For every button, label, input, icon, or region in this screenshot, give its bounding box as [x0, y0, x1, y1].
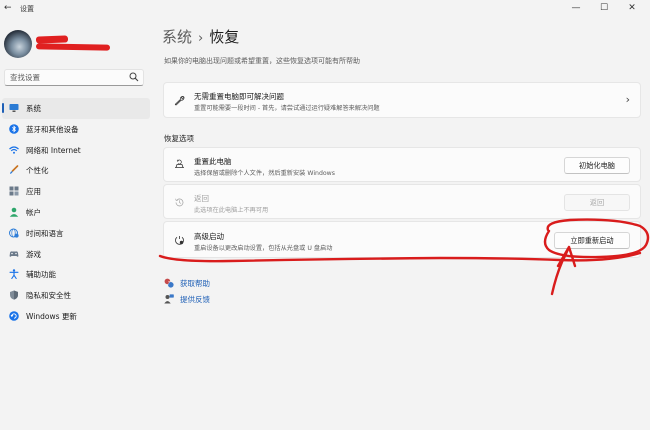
- nav-item-label: 帐户: [26, 207, 41, 217]
- help-icon: ?: [164, 278, 174, 288]
- nav-item-apps[interactable]: 应用: [2, 181, 150, 202]
- advanced-startup-desc: 重启设备以更改启动设置，包括从光盘或 U 盘启动: [194, 245, 333, 252]
- reset-pc-button[interactable]: 初始化电脑: [564, 157, 630, 174]
- nav-item-accounts[interactable]: 帐户: [2, 202, 150, 223]
- advanced-startup-icon: [175, 236, 184, 245]
- nav-item-label: 个性化: [26, 166, 49, 176]
- reset-pc-icon: [175, 159, 184, 168]
- minimize-button[interactable]: —: [564, 1, 588, 15]
- app-title: 设置: [20, 5, 34, 13]
- breadcrumb-separator: ›: [198, 31, 204, 46]
- reset-pc-card: 重置此电脑 选择保留或删除个人文件，然后重新安装 Windows 初始化电脑: [163, 147, 641, 182]
- nav-item-personalization[interactable]: 个性化: [2, 160, 150, 181]
- accessibility-icon: [9, 269, 19, 280]
- search-icon[interactable]: [129, 72, 139, 82]
- feedback-icon: [164, 294, 174, 304]
- wrench-icon: [174, 96, 185, 106]
- go-back-card: 返回 此选项在此电脑上不再可用 返回: [163, 184, 641, 219]
- email-redaction: [35, 43, 111, 51]
- back-arrow-icon[interactable]: ←: [4, 3, 12, 13]
- maximize-button[interactable]: ☐: [592, 1, 616, 15]
- reset-pc-title: 重置此电脑: [194, 157, 232, 166]
- monitor-icon: [9, 104, 19, 112]
- go-back-desc: 此选项在此电脑上不再可用: [194, 207, 269, 214]
- history-icon: [175, 198, 184, 207]
- search-box[interactable]: [4, 69, 144, 86]
- gamepad-icon: [9, 250, 19, 257]
- nav-item-label: 应用: [26, 187, 41, 197]
- update-icon: [9, 311, 19, 321]
- section-title: 恢复选项: [164, 134, 194, 143]
- nav-item-gaming[interactable]: 游戏: [2, 244, 150, 265]
- brush-icon: [10, 165, 19, 175]
- go-back-title: 返回: [194, 194, 209, 203]
- globe-clock-icon: [9, 228, 19, 238]
- breadcrumb: 系统 › 恢复: [162, 26, 239, 47]
- nav-item-windows-update[interactable]: Windows 更新: [2, 306, 150, 327]
- go-back-button: 返回: [564, 194, 630, 211]
- nav-item-label: Windows 更新: [26, 311, 77, 321]
- nav-item-system[interactable]: 系统: [2, 98, 150, 119]
- apps-icon: [9, 186, 19, 196]
- nav-item-time-language[interactable]: 时间和语言: [2, 223, 150, 244]
- chevron-right-icon[interactable]: ›: [626, 93, 630, 106]
- nav-item-bluetooth[interactable]: 蓝牙和其他设备: [2, 119, 150, 140]
- title-bar: ← 设置 — ☐ ✕: [0, 0, 650, 18]
- nav-item-label: 蓝牙和其他设备: [26, 124, 79, 134]
- nav-item-label: 游戏: [26, 249, 41, 259]
- restart-now-button[interactable]: 立即重新启动: [554, 232, 630, 249]
- wifi-icon: [9, 145, 19, 154]
- breadcrumb-parent[interactable]: 系统: [162, 28, 192, 46]
- get-help-label[interactable]: 获取帮助: [180, 278, 210, 289]
- nav-item-label: 网络和 Internet: [26, 145, 81, 155]
- nav-list: 系统 蓝牙和其他设备 网络和 Internet 个性化 应用 帐户 时间和语言 …: [0, 98, 152, 327]
- reset-pc-desc: 选择保留或删除个人文件，然后重新安装 Windows: [194, 170, 335, 177]
- nav-item-label: 隐私和安全性: [26, 291, 71, 301]
- nav-item-network[interactable]: 网络和 Internet: [2, 140, 150, 161]
- main-content: 系统 › 恢复 如果你的电脑出现问题或希望重置，这些恢复选项可能有所帮助 无需重置电…: [152, 18, 650, 430]
- intro-text: 如果你的电脑出现问题或希望重置，这些恢复选项可能有所帮助: [164, 57, 360, 65]
- fix-problems-desc: 重置可能需要一段时间 - 首先，请尝试通过运行疑难解答来解决问题: [194, 105, 380, 112]
- shield-icon: [10, 290, 18, 300]
- nav-item-accessibility[interactable]: 辅助功能: [2, 264, 150, 285]
- nav-item-privacy[interactable]: 隐私和安全性: [2, 285, 150, 306]
- search-input[interactable]: [5, 70, 130, 85]
- close-button[interactable]: ✕: [620, 1, 644, 15]
- person-icon: [9, 207, 19, 217]
- advanced-startup-title: 高级启动: [194, 232, 224, 241]
- bluetooth-icon: [9, 123, 19, 134]
- nav-item-label: 系统: [26, 104, 41, 113]
- page-title: 恢复: [209, 28, 240, 46]
- fix-problems-card[interactable]: 无需重置电脑即可解决问题 重置可能需要一段时间 - 首先，请尝试通过运行疑难解答…: [163, 82, 641, 118]
- advanced-startup-card: 高级启动 重启设备以更改启动设置，包括从光盘或 U 盘启动 立即重新启动: [163, 221, 641, 258]
- sidebar: 系统 蓝牙和其他设备 网络和 Internet 个性化: [0, 18, 152, 430]
- avatar[interactable]: [4, 30, 32, 58]
- nav-item-label: 辅助功能: [26, 270, 56, 280]
- username-redaction: [35, 35, 69, 44]
- give-feedback-label[interactable]: 提供反馈: [180, 294, 210, 305]
- nav-item-label: 时间和语言: [26, 228, 64, 238]
- fix-problems-title: 无需重置电脑即可解决问题: [194, 92, 284, 101]
